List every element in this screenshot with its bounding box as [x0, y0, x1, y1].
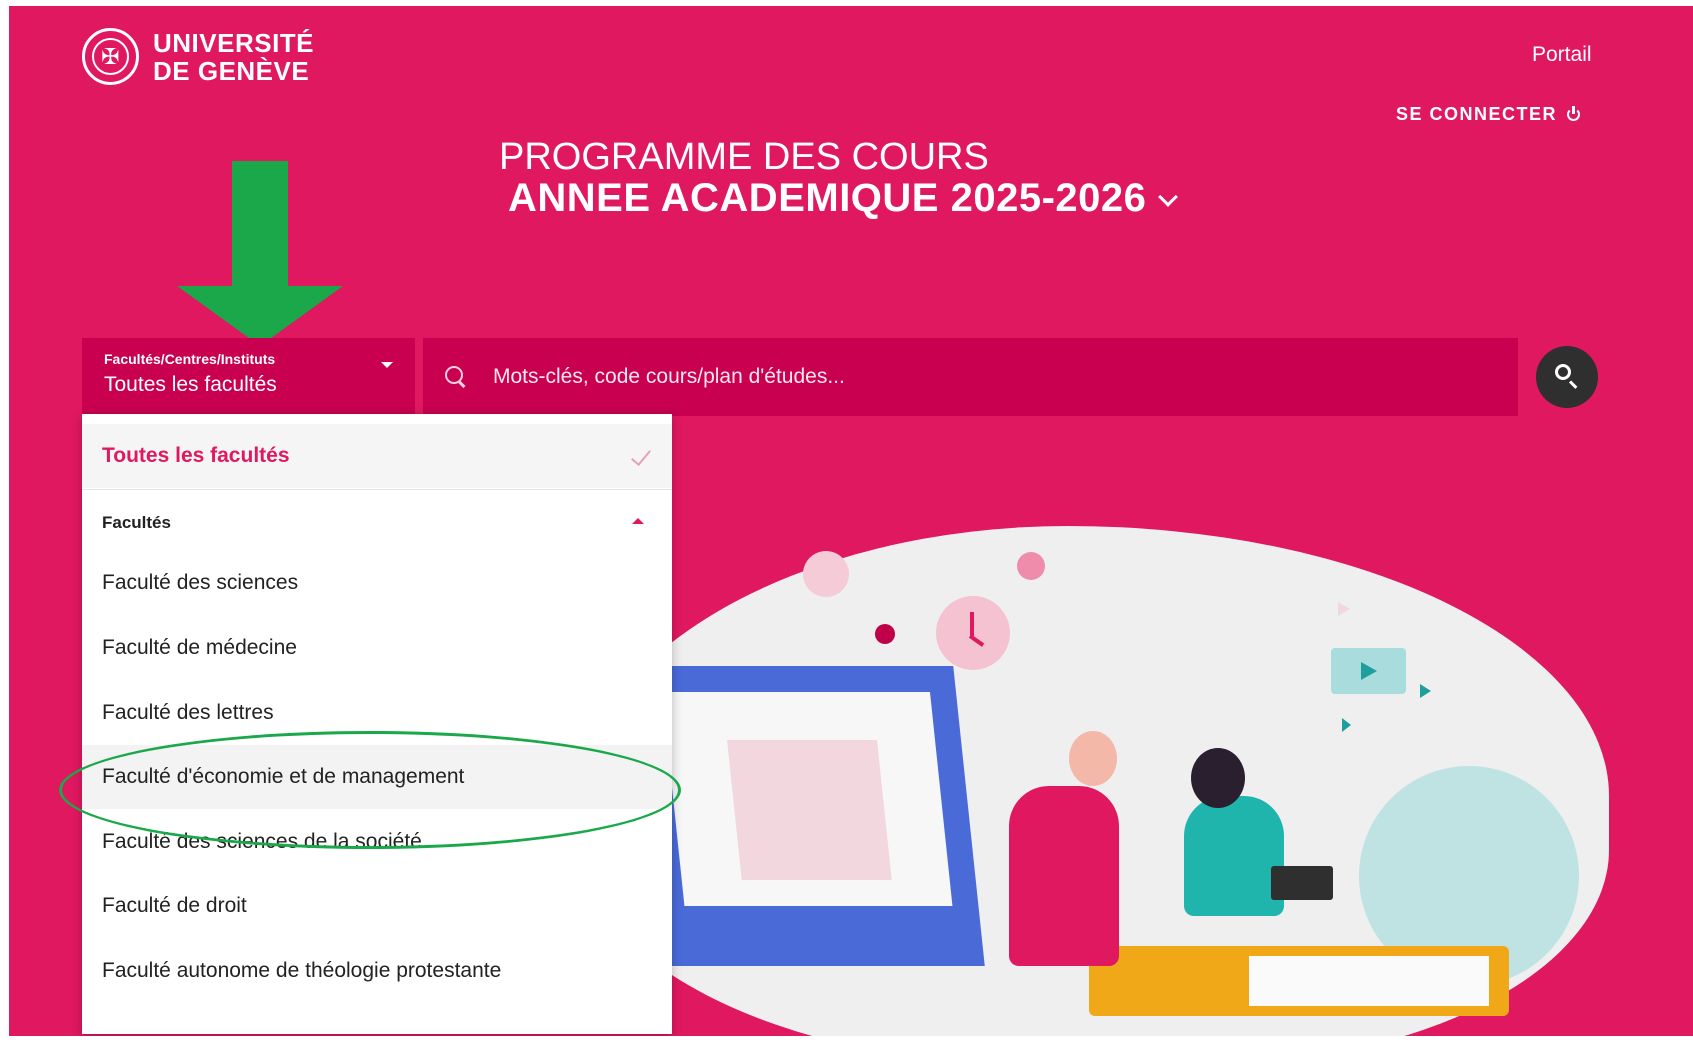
page-bottom-edge: [0, 1036, 1693, 1042]
search-input[interactable]: [493, 365, 1393, 389]
dropdown-option-label: Faculté des sciences: [102, 571, 299, 594]
connect-button[interactable]: SE CONNECTER: [1396, 104, 1582, 125]
dropdown-option-label: Faculté des lettres: [102, 701, 274, 724]
logo-line-1: UNIVERSITÉ: [153, 27, 315, 58]
man-illustration: [1009, 786, 1119, 966]
decor-circle: [803, 551, 849, 597]
connect-label: SE CONNECTER: [1396, 104, 1558, 124]
page-title: PROGRAMME DES COURS: [499, 136, 989, 178]
check-icon: [631, 445, 651, 466]
document-illustration: [727, 740, 892, 880]
dropdown-divider: [82, 489, 672, 490]
woman-illustration: [1184, 796, 1284, 916]
annotation-arrow: [232, 161, 288, 291]
search-button[interactable]: [1536, 346, 1598, 408]
dropdown-option-droit[interactable]: Faculté de droit: [82, 874, 672, 938]
dropdown-option-label: Faculté de droit: [102, 894, 247, 917]
faculty-select-value: Toutes les facultés: [104, 373, 277, 396]
man-head-illustration: [1069, 731, 1117, 786]
play-triangle-icon: [1338, 602, 1350, 616]
faculty-dropdown-menu: Toutes les facultés Facultés Faculté des…: [82, 414, 672, 1034]
faculty-select[interactable]: Facultés/Centres/Instituts Toutes les fa…: [82, 338, 415, 416]
decor-circle: [875, 624, 895, 644]
annotation-ellipse: [59, 731, 681, 849]
woman-head-illustration: [1191, 748, 1245, 808]
search-field[interactable]: [423, 338, 1518, 416]
academic-year-title[interactable]: ANNEE ACADEMIQUE 2025-2026: [508, 176, 1146, 221]
video-play-icon: [1331, 648, 1406, 694]
annotation-arrow-head: [177, 286, 343, 346]
dropdown-option-all-faculties[interactable]: Toutes les facultés: [82, 424, 672, 488]
search-icon: [1555, 364, 1571, 380]
laptop-illustration: [1271, 866, 1333, 900]
dropdown-option-theologie[interactable]: Faculté autonome de théologie protestant…: [82, 939, 672, 1003]
book-pages: [1249, 956, 1489, 1006]
page-background: UNIVERSITÉ DE GENÈVE Portail SE CONNECTE…: [9, 6, 1693, 1042]
dropdown-option-medecine[interactable]: Faculté de médecine: [82, 616, 672, 680]
dropdown-option-label: Toutes les facultés: [102, 444, 290, 467]
monitor-screen: [661, 692, 953, 906]
faculty-select-label: Facultés/Centres/Instituts: [104, 351, 276, 367]
power-icon: [1565, 106, 1582, 123]
chevron-down-icon[interactable]: [1158, 187, 1178, 207]
clock-icon: [936, 596, 1010, 670]
caret-down-icon: [381, 362, 393, 368]
books-illustration: [1089, 946, 1509, 1016]
play-triangle-icon: [1420, 684, 1431, 698]
dropdown-option-sciences[interactable]: Faculté des sciences: [82, 551, 672, 615]
logo-line-2: DE GENÈVE: [153, 55, 310, 86]
university-seal-icon: [82, 28, 139, 85]
decor-circle: [1017, 552, 1045, 580]
dropdown-group-header[interactable]: Facultés: [102, 513, 171, 533]
portal-link[interactable]: Portail: [1532, 43, 1592, 67]
university-logo[interactable]: UNIVERSITÉ DE GENÈVE: [82, 28, 314, 85]
caret-up-icon[interactable]: [632, 518, 644, 524]
monitor-illustration: [633, 666, 985, 966]
dropdown-option-label: Faculté de médecine: [102, 636, 297, 659]
play-triangle-icon: [1342, 718, 1351, 732]
logo-text: UNIVERSITÉ DE GENÈVE: [153, 29, 314, 85]
search-icon: [445, 366, 467, 388]
dropdown-option-label: Faculté autonome de théologie protestant…: [102, 959, 502, 982]
